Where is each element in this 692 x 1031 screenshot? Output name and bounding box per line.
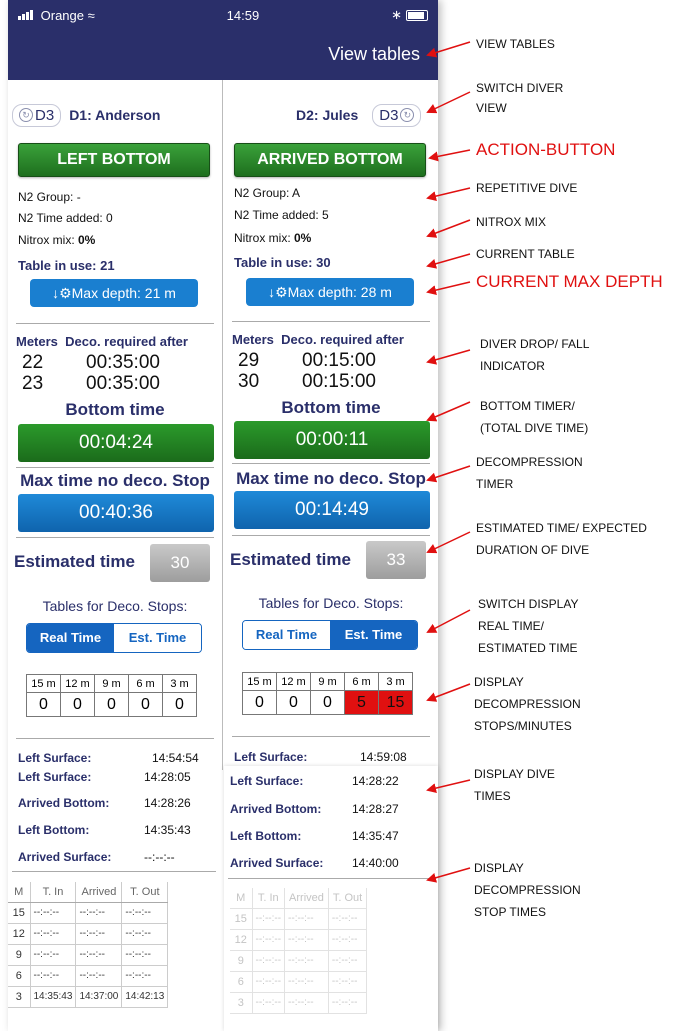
annotation-switch-view-1: SWITCH DIVER [476, 81, 564, 95]
arrow-table [426, 253, 471, 269]
annotation-switch-view-2: VIEW [476, 101, 507, 115]
annotation-switch-1: SWITCH DISPLAY [478, 597, 579, 611]
arrow-est [426, 531, 471, 554]
annotation-deco-1: DECOMPRESSION [476, 455, 583, 469]
annotation-action-button: ACTION-BUTTON [476, 140, 616, 159]
annotation-stop-1: DISPLAY [474, 861, 524, 875]
arrow-drop [426, 349, 471, 365]
annotation-disp-1: DISPLAY [474, 675, 524, 689]
annotation-dive-2: TIMES [474, 789, 511, 803]
arrow-view-tables [426, 41, 471, 58]
arrow-max [426, 281, 471, 296]
annotation-deco-2: TIMER [476, 477, 514, 491]
annotation-current-table: CURRENT TABLE [476, 247, 575, 261]
annotation-view-tables: VIEW TABLES [476, 37, 555, 51]
annotation-bottom-1: BOTTOM TIMER/ [480, 399, 575, 413]
annotation-disp-3: STOPS/MINUTES [474, 719, 572, 733]
arrow-switch-view [426, 91, 471, 114]
arrow-disp [426, 683, 471, 702]
arrow-bottom [426, 401, 471, 422]
arrow-repetitive [426, 187, 471, 202]
annotation-est-1: ESTIMATED TIME/ EXPECTED [476, 521, 647, 535]
arrow-stop [426, 867, 471, 883]
arrow-switch [426, 609, 471, 633]
arrow-dive [426, 779, 471, 794]
annotation-drop-2: INDICATOR [480, 359, 545, 373]
annotation-nitrox: NITROX MIX [476, 215, 547, 229]
annotation-dive-1: DISPLAY DIVE [474, 767, 555, 781]
annotation-drop-1: DIVER DROP/ FALL [480, 337, 590, 351]
annotation-est-2: DURATION OF DIVE [476, 543, 590, 557]
annotation-stop-3: STOP TIMES [474, 905, 547, 919]
annotation-switch-2: REAL TIME/ [478, 619, 545, 633]
annotation-bottom-2: (TOTAL DIVE TIME) [480, 421, 589, 435]
annotation-stop-2: DECOMPRESSION [474, 883, 581, 897]
annotated-screenshot: Orange ≈ 14:59 ∗ View tables ↻ D3 D1: And… [0, 0, 692, 1031]
arrow-nitrox [426, 219, 471, 238]
arrow-deco [426, 465, 471, 483]
arrow-action [428, 149, 471, 162]
annotation-current-max: CURRENT MAX DEPTH [476, 272, 663, 291]
annotation-repetitive: REPETITIVE DIVE [476, 181, 578, 195]
annotation-disp-2: DECOMPRESSION [474, 697, 581, 711]
annotation-switch-3: ESTIMATED TIME [478, 641, 578, 655]
